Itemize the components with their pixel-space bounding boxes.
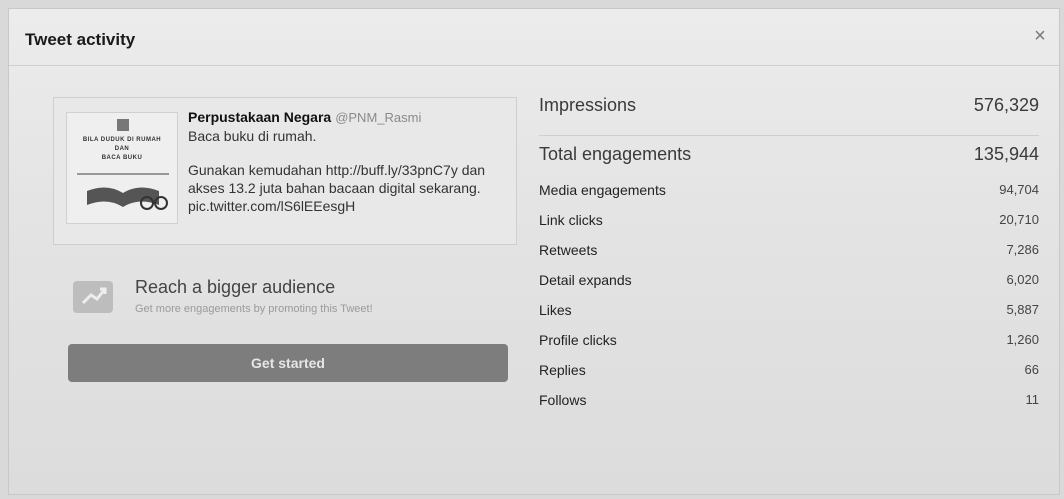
image-text-2: DAN (114, 146, 130, 152)
get-started-button[interactable]: Get started (68, 344, 508, 382)
metric-value: 94,704 (999, 182, 1039, 197)
close-icon[interactable]: × (1029, 25, 1051, 47)
tweet-card[interactable]: BILA DUDUK DI RUMAH DAN BACA BUKU Perpus… (53, 97, 517, 245)
author-name[interactable]: Perpustakaan Negara (188, 109, 331, 125)
total-engagements-row: Total engagements 135,944 (539, 144, 1039, 182)
promote-subtitle: Get more engagements by promoting this T… (135, 303, 373, 315)
tweet-image[interactable]: BILA DUDUK DI RUMAH DAN BACA BUKU (66, 112, 178, 224)
metric-value: 6,020 (1006, 272, 1039, 287)
metric-value: 5,887 (1006, 302, 1039, 317)
metric-row: Profile clicks 1,260 (539, 332, 1039, 362)
metric-row: Retweets 7,286 (539, 242, 1039, 272)
image-text-3: BACA BUKU (101, 155, 143, 161)
promote-chart-icon (73, 281, 113, 313)
metric-value: 20,710 (999, 212, 1039, 227)
promote-section: Reach a bigger audience Get more engagem… (61, 273, 517, 329)
tweet-panel: BILA DUDUK DI RUMAH DAN BACA BUKU Perpus… (53, 97, 517, 385)
author-handle[interactable]: @PNM_Rasmi (335, 110, 421, 125)
metric-row: Detail expands 6,020 (539, 272, 1039, 302)
metric-label: Media engagements (539, 182, 666, 198)
metric-label: Retweets (539, 242, 598, 258)
image-text-1: BILA DUDUK DI RUMAH (82, 137, 162, 143)
metric-row: Link clicks 20,710 (539, 212, 1039, 242)
promote-title: Reach a bigger audience (135, 277, 336, 297)
metrics-panel: Impressions 576,329 Total engagements 13… (539, 95, 1039, 422)
metric-label: Replies (539, 362, 586, 378)
tweet-text: Perpustakaan Negara @PNM_Rasmi Baca buku … (188, 108, 510, 215)
metric-value: 1,260 (1006, 332, 1039, 347)
metric-label: Detail expands (539, 272, 632, 288)
tweet-body: Baca buku di rumah. Gunakan kemudahan ht… (188, 127, 510, 215)
impressions-value: 576,329 (973, 95, 1039, 115)
impressions-row: Impressions 576,329 (539, 95, 1039, 136)
metric-row: Follows 11 (539, 392, 1039, 422)
metric-value: 66 (1024, 362, 1039, 377)
modal-title: Tweet activity (25, 30, 136, 49)
tweet-image-art (67, 113, 177, 223)
total-engagements-value: 135,944 (973, 144, 1039, 164)
impressions-label: Impressions (539, 95, 637, 115)
tweet-line-1: Baca buku di rumah. (188, 128, 317, 144)
metric-row: Media engagements 94,704 (539, 182, 1039, 212)
metric-label: Follows (539, 392, 587, 408)
metric-label: Link clicks (539, 212, 603, 228)
metric-label: Likes (539, 302, 572, 318)
modal-header: Tweet activity × (9, 9, 1059, 66)
tweet-line-2: Gunakan kemudahan http://buff.ly/33pnC7y… (188, 162, 486, 214)
metric-label: Profile clicks (539, 332, 617, 348)
metric-row: Likes 5,887 (539, 302, 1039, 332)
metric-value: 11 (1025, 392, 1040, 407)
metric-row: Replies 66 (539, 362, 1039, 392)
metric-value: 7,286 (1006, 242, 1039, 257)
total-engagements-label: Total engagements (539, 144, 692, 164)
tweet-activity-modal: Tweet activity × BILA DUDUK DI RUMAH DAN… (8, 8, 1060, 495)
